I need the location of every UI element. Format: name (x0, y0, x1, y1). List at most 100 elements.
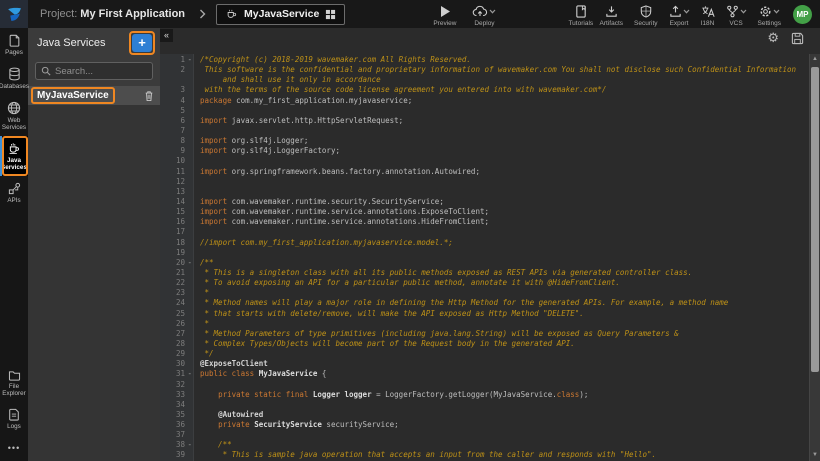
sidebar-item-pages[interactable]: Pages (0, 28, 28, 61)
tutorials-button[interactable]: Tutorials (568, 2, 593, 27)
panel-empty-area (28, 105, 160, 461)
code-line[interactable]: 24 * Method names will play a major role… (160, 298, 809, 308)
code-line[interactable]: 39 * This is sample java operation that … (160, 450, 809, 460)
user-avatar[interactable]: MP (793, 5, 812, 24)
code-line[interactable]: 30@ExposeToClient (160, 359, 809, 369)
settings-button[interactable]: Settings (758, 2, 782, 27)
code-line[interactable]: 11import org.springframework.beans.facto… (160, 167, 809, 177)
code-lines[interactable]: 1-/*Copyright (c) 2018-2019 wavemaker.co… (160, 54, 809, 461)
chevron-down-icon[interactable] (683, 9, 690, 14)
code-line[interactable]: 16import com.wavemaker.runtime.service.a… (160, 217, 809, 227)
code-line[interactable]: 5 (160, 106, 809, 116)
editor-settings-icon[interactable]: ⚙ (767, 32, 779, 45)
book-icon (575, 5, 587, 19)
scroll-down-icon[interactable]: ▼ (810, 450, 820, 461)
scrollbar-thumb[interactable] (811, 67, 819, 372)
trash-icon[interactable] (144, 90, 154, 102)
code-line[interactable]: 3 with the terms of the source code lice… (160, 85, 809, 95)
sidebar-item-logs[interactable]: Logs (0, 402, 28, 435)
code-line[interactable]: 17 (160, 227, 809, 237)
coffee-icon (7, 142, 21, 155)
code-line[interactable]: 27 * Method Parameters of type primitive… (160, 329, 809, 339)
code-line[interactable]: 20-/** (160, 258, 809, 268)
coffee-icon (225, 8, 238, 20)
code-line[interactable]: 15import com.wavemaker.runtime.service.a… (160, 207, 809, 217)
code-line[interactable]: 23 * (160, 288, 809, 298)
code-line[interactable]: 9import org.slf4j.LoggerFactory; (160, 146, 809, 156)
code-line[interactable]: 18//import com.my_first_application.myja… (160, 238, 809, 248)
code-line[interactable]: 28 * Complex Types/Objects will become p… (160, 339, 809, 349)
i18n-button[interactable]: I18N (701, 2, 715, 27)
wavemaker-logo-icon (6, 6, 23, 23)
security-button[interactable]: Security (634, 2, 657, 27)
sidebar-item-file-explorer[interactable]: File Explorer (0, 364, 28, 402)
deploy-button[interactable]: Deploy (472, 2, 496, 27)
vertical-scrollbar[interactable]: ▲ ▼ (809, 54, 820, 461)
project-label: Project: (40, 8, 77, 20)
code-line[interactable]: 32 (160, 380, 809, 390)
settings-label: Settings (758, 20, 782, 27)
database-icon (8, 67, 21, 81)
save-icon[interactable] (791, 32, 804, 45)
scroll-up-icon[interactable]: ▲ (810, 54, 820, 65)
annotation-highlight-service: MyJavaService (31, 87, 115, 104)
code-line[interactable]: 7 (160, 126, 809, 136)
security-label: Security (634, 20, 657, 27)
tab-myjavaservice[interactable]: MyJavaService (216, 4, 345, 25)
chevron-down-icon[interactable] (489, 9, 496, 14)
code-line[interactable]: 29 */ (160, 349, 809, 359)
code-line[interactable]: 10 (160, 156, 809, 166)
code-line[interactable]: 35 @Autowired (160, 410, 809, 420)
artifacts-button[interactable]: Artifacts (600, 2, 623, 27)
code-line[interactable]: 31-public class MyJavaService { (160, 369, 809, 379)
sidebar-item-apis[interactable]: APIs (0, 176, 28, 209)
chevron-down-icon[interactable] (773, 9, 780, 14)
service-list-item[interactable]: MyJavaService (28, 86, 160, 105)
code-line[interactable]: and shall use it only in accordance (160, 75, 809, 85)
search-input[interactable] (55, 66, 147, 77)
vcs-label: VCS (729, 20, 742, 27)
annotation-highlight-add: + (129, 31, 155, 55)
export-button[interactable]: Export (669, 2, 690, 27)
code-line[interactable]: 34 (160, 400, 809, 410)
editor-toolbar: « ⚙ (160, 28, 820, 54)
code-line[interactable]: 26 * (160, 319, 809, 329)
code-line[interactable]: 37 (160, 430, 809, 440)
code-line[interactable]: 6import javax.servlet.http.HttpServletRe… (160, 116, 809, 126)
code-line[interactable]: 4package com.my_first_application.myjava… (160, 96, 809, 106)
code-line[interactable]: 22 * To avoid exposing an API for a part… (160, 278, 809, 288)
sidebar-item-label: File Explorer (0, 383, 28, 397)
sidebar-item-java-services[interactable]: Java Services (0, 136, 28, 176)
translate-icon (701, 5, 715, 19)
code-line[interactable]: 21 * This is a singleton class with all … (160, 268, 809, 278)
grid-icon[interactable] (325, 9, 336, 20)
code-line[interactable]: 12 (160, 177, 809, 187)
java-services-panel: Java Services + MyJavaService (28, 28, 160, 461)
chevron-down-icon[interactable] (740, 9, 747, 14)
vcs-button[interactable]: VCS (726, 2, 747, 27)
more-options-icon[interactable]: ••• (0, 435, 28, 461)
preview-button[interactable]: Preview (433, 2, 456, 27)
page-icon (8, 34, 21, 47)
wavemaker-logo[interactable] (0, 0, 28, 28)
add-service-button[interactable]: + (132, 34, 152, 52)
project-name[interactable]: My First Application (80, 8, 185, 20)
sidebar-item-label: Web Services (0, 117, 28, 131)
service-search[interactable] (35, 62, 153, 80)
code-line[interactable]: 1-/*Copyright (c) 2018-2019 wavemaker.co… (160, 55, 809, 65)
collapse-panel-icon[interactable]: « (160, 29, 173, 42)
code-line[interactable]: 33 private static final Logger logger = … (160, 390, 809, 400)
code-line[interactable]: 36 private SecurityService securityServi… (160, 420, 809, 430)
sidebar-item-databases[interactable]: Databases (0, 61, 28, 95)
code-line[interactable]: 8import org.slf4j.Logger; (160, 136, 809, 146)
code-line[interactable]: 14import com.wavemaker.runtime.security.… (160, 197, 809, 207)
code-line[interactable]: 2 This software is the confidential and … (160, 65, 809, 75)
code-line[interactable]: 19 (160, 248, 809, 258)
code-line[interactable]: 25 * that starts with delete/remove, wil… (160, 309, 809, 319)
gear-icon (759, 5, 772, 18)
code-line[interactable]: 38- /** (160, 440, 809, 450)
deploy-label: Deploy (474, 20, 494, 27)
sidebar-item-web-services[interactable]: Web Services (0, 95, 28, 136)
artifacts-label: Artifacts (600, 20, 623, 27)
code-line[interactable]: 13 (160, 187, 809, 197)
